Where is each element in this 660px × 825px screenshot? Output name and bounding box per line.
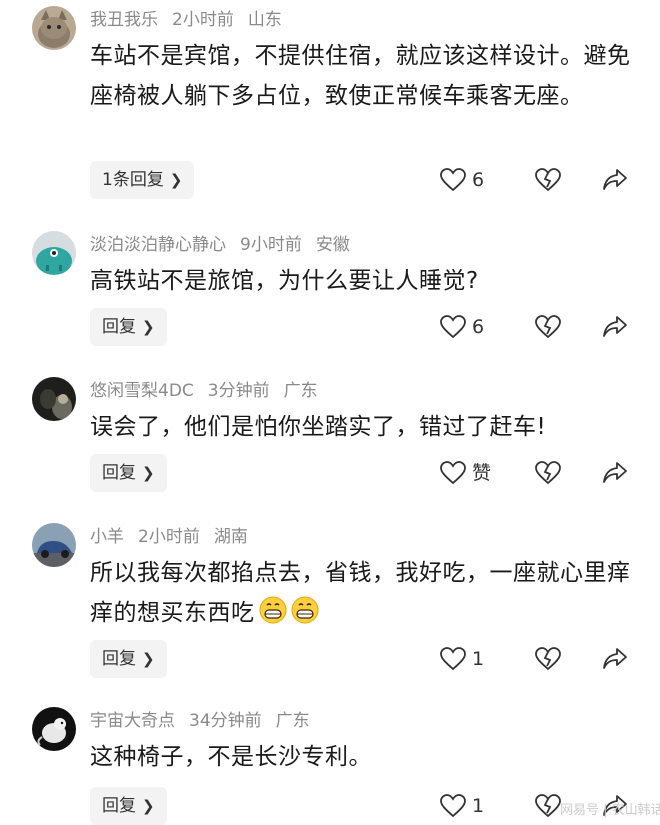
watermark: 网易号 | 农山韩话 bbox=[560, 803, 660, 818]
reply-label: 回复 bbox=[102, 463, 136, 483]
comment-text: 所以我每次都掐点去，省钱，我好吃，一座就心里痒痒的想买东西吃 bbox=[90, 553, 635, 633]
chevron-right-icon: ❯ bbox=[142, 318, 155, 336]
reply-label: 回复 bbox=[102, 317, 136, 337]
reply-button[interactable]: 回复 ❯ bbox=[90, 454, 167, 492]
timestamp: 2小时前 bbox=[138, 527, 200, 547]
avatar[interactable] bbox=[32, 523, 76, 567]
comment-meta: 宇宙大奇点 34分钟前 广东 bbox=[90, 707, 324, 735]
comment-text: 这种椅子，不是长沙专利。 bbox=[90, 744, 372, 770]
broken-heart-icon[interactable] bbox=[535, 168, 561, 192]
share-arrow-icon[interactable] bbox=[602, 315, 628, 339]
broken-heart-icon[interactable] bbox=[535, 461, 561, 485]
username[interactable]: 淡泊淡泊静心静心 bbox=[90, 235, 226, 255]
comment-actions: 赞 bbox=[440, 454, 640, 492]
username[interactable]: 小羊 bbox=[90, 527, 124, 547]
comment-text-body: 所以我每次都掐点去，省钱，我好吃，一座就心里痒痒的想买东西吃 bbox=[90, 560, 631, 626]
heart-icon[interactable] bbox=[440, 315, 466, 339]
reply-label: 回复 bbox=[102, 796, 136, 816]
timestamp: 9小时前 bbox=[240, 235, 302, 255]
avatar[interactable] bbox=[32, 707, 76, 751]
share-arrow-icon[interactable] bbox=[602, 647, 628, 671]
location: 广东 bbox=[283, 381, 318, 401]
location: 湖南 bbox=[213, 527, 248, 547]
chevron-right-icon: ❯ bbox=[142, 650, 155, 668]
comment-actions: 6 bbox=[440, 161, 640, 199]
reply-button[interactable]: 回复 ❯ bbox=[90, 640, 167, 678]
avatar[interactable] bbox=[32, 6, 76, 50]
comment-actions: 1 bbox=[440, 640, 640, 678]
like-count: 6 bbox=[472, 169, 485, 191]
username[interactable]: 宇宙大奇点 bbox=[90, 711, 175, 731]
reply-button[interactable]: 回复 ❯ bbox=[90, 787, 167, 825]
comment-meta: 淡泊淡泊静心静心 9小时前 安徽 bbox=[90, 231, 364, 259]
timestamp: 34分钟前 bbox=[189, 711, 262, 731]
grinning-face-emoji bbox=[291, 596, 318, 624]
reply-button[interactable]: 回复 ❯ bbox=[90, 308, 167, 346]
reply-label: 回复 bbox=[102, 649, 136, 669]
heart-icon[interactable] bbox=[440, 461, 466, 485]
avatar[interactable] bbox=[32, 231, 76, 275]
username[interactable]: 我丑我乐 bbox=[90, 10, 158, 30]
chevron-right-icon: ❯ bbox=[142, 797, 155, 815]
comment-actions: 6 bbox=[440, 308, 640, 346]
location: 广东 bbox=[275, 711, 310, 731]
like-count: 1 bbox=[472, 648, 485, 670]
heart-icon[interactable] bbox=[440, 647, 466, 671]
grinning-face-emoji bbox=[259, 596, 286, 624]
chevron-right-icon: ❯ bbox=[169, 171, 183, 189]
chevron-right-icon: ❯ bbox=[142, 464, 155, 482]
broken-heart-icon[interactable] bbox=[535, 647, 561, 671]
share-arrow-icon[interactable] bbox=[602, 168, 628, 192]
timestamp: 2小时前 bbox=[172, 10, 234, 30]
reply-label: 1条回复 bbox=[102, 170, 164, 190]
comment-text: 误会了，他们是怕你坐踏实了，错过了赶车! bbox=[90, 414, 547, 440]
comment-meta: 我丑我乐 2小时前 山东 bbox=[90, 6, 296, 34]
share-arrow-icon[interactable] bbox=[602, 461, 628, 485]
comment-meta: 小羊 2小时前 湖南 bbox=[90, 523, 262, 551]
broken-heart-icon[interactable] bbox=[535, 794, 561, 818]
comment-text: 高铁站不是旅馆，为什么要让人睡觉? bbox=[90, 268, 479, 294]
heart-icon[interactable] bbox=[440, 168, 466, 192]
comment-meta: 悠闲雪梨4DC 3分钟前 广东 bbox=[90, 377, 332, 405]
location: 安徽 bbox=[315, 235, 350, 255]
avatar[interactable] bbox=[32, 377, 76, 421]
broken-heart-icon[interactable] bbox=[535, 315, 561, 339]
reply-button[interactable]: 1条回复 ❯ bbox=[90, 161, 195, 199]
location: 山东 bbox=[247, 10, 282, 30]
like-count: 1 bbox=[472, 795, 485, 817]
heart-icon[interactable] bbox=[440, 794, 466, 818]
timestamp: 3分钟前 bbox=[207, 381, 270, 401]
username[interactable]: 悠闲雪梨4DC bbox=[90, 381, 194, 401]
like-count: 6 bbox=[472, 316, 485, 338]
comment-text: 车站不是宾馆，不提供住宿，就应该这样设计。避免座椅被人躺下多占位，致使正常候车乘… bbox=[90, 43, 631, 109]
like-label: 赞 bbox=[472, 462, 492, 484]
